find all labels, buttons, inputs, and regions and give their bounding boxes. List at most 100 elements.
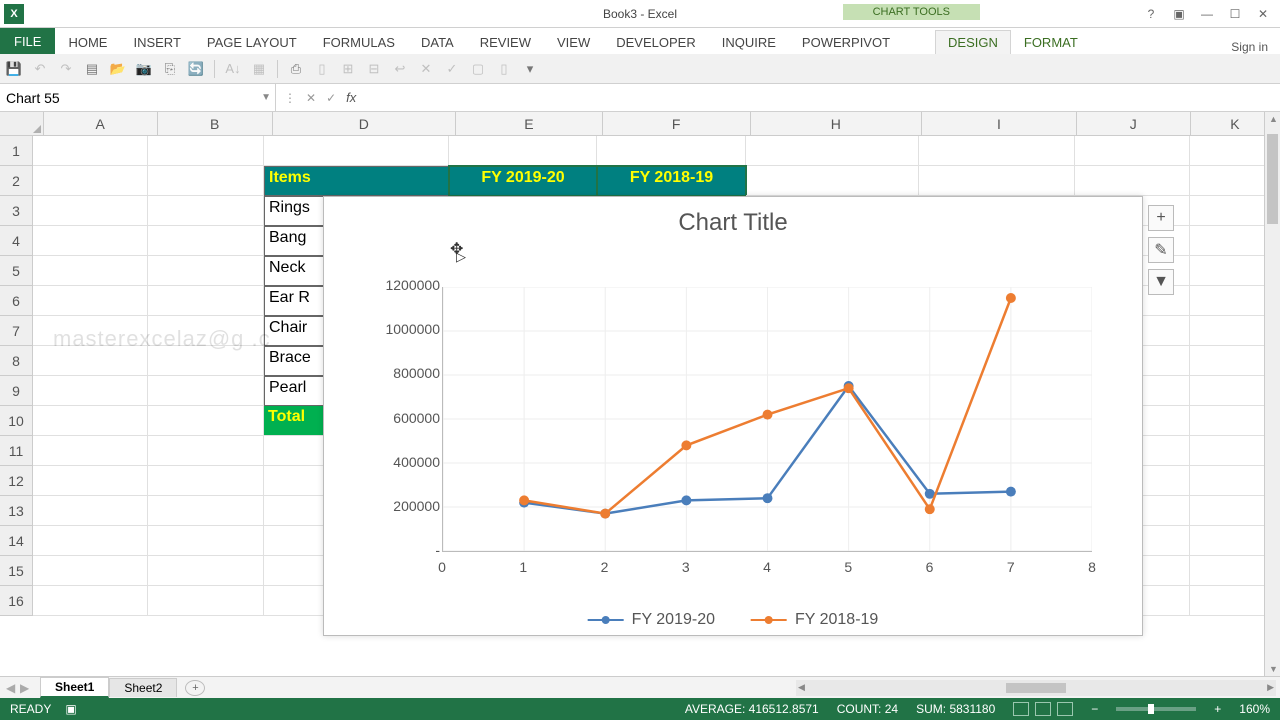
tab-data[interactable]: DATA — [408, 30, 467, 54]
row-header[interactable]: 16 — [0, 586, 33, 616]
table-header-fy19-20[interactable]: FY 2019-20 — [449, 166, 597, 196]
tab-format[interactable]: FORMAT — [1011, 30, 1091, 54]
format-icon[interactable]: ▯ — [496, 61, 512, 77]
row-header[interactable]: 6 — [0, 286, 33, 316]
sheet-tab-sheet1[interactable]: Sheet1 — [40, 677, 109, 698]
sheet-nav-prev-icon[interactable]: ◀ — [6, 681, 16, 695]
new-icon[interactable]: ▤ — [84, 61, 100, 77]
table-header-fy18-19[interactable]: FY 2018-19 — [597, 166, 746, 196]
more-icon[interactable]: ▾ — [522, 61, 538, 77]
horizontal-scrollbar[interactable]: ◀ ▶ — [796, 680, 1276, 696]
embedded-chart[interactable]: ✥▷ Chart Title -200000400000600000800000… — [323, 196, 1143, 636]
zoom-in-button[interactable]: + — [1214, 702, 1221, 716]
wrap-icon[interactable]: ↩ — [392, 61, 408, 77]
sheet-nav-next-icon[interactable]: ▶ — [20, 681, 30, 695]
row-header[interactable]: 10 — [0, 406, 33, 436]
legend-item[interactable]: FY 2019-20 — [588, 611, 715, 629]
row-header[interactable]: 11 — [0, 436, 33, 466]
normal-view-button[interactable] — [1013, 702, 1029, 716]
cells-area[interactable]: Items FY 2019-20 FY 2018-19 Rings Bang N… — [33, 136, 1280, 616]
row-header[interactable]: 9 — [0, 376, 33, 406]
tab-insert[interactable]: INSERT — [120, 30, 193, 54]
minimize-icon[interactable]: — — [1198, 7, 1216, 21]
tab-page-layout[interactable]: PAGE LAYOUT — [194, 30, 310, 54]
chart-styles-button[interactable]: ✎ — [1148, 237, 1174, 263]
name-box-input[interactable] — [6, 90, 269, 106]
chart-filters-button[interactable]: ▼ — [1148, 269, 1174, 295]
zoom-out-button[interactable]: − — [1091, 702, 1098, 716]
chart-legend[interactable]: FY 2019-20 FY 2018-19 — [588, 611, 879, 629]
tab-home[interactable]: HOME — [55, 30, 120, 54]
refresh-icon[interactable]: 🔄 — [188, 61, 204, 77]
table-icon[interactable]: ▦ — [251, 61, 267, 77]
cancel-formula-icon[interactable]: ✕ — [306, 91, 316, 105]
page-break-view-button[interactable] — [1057, 702, 1073, 716]
tab-view[interactable]: VIEW — [544, 30, 603, 54]
column-header[interactable]: H — [751, 112, 923, 135]
tab-formulas[interactable]: FORMULAS — [310, 30, 408, 54]
zoom-level[interactable]: 160% — [1239, 702, 1270, 716]
row-header[interactable]: 2 — [0, 166, 33, 196]
save-icon[interactable]: 💾 — [6, 61, 22, 77]
column-header[interactable]: D — [273, 112, 456, 135]
row-header[interactable]: 1 — [0, 136, 33, 166]
row-header[interactable]: 5 — [0, 256, 33, 286]
cancel-icon[interactable]: ✕ — [418, 61, 434, 77]
row-header[interactable]: 15 — [0, 556, 33, 586]
scroll-down-icon[interactable]: ▼ — [1269, 664, 1278, 674]
ribbon-display-options-icon[interactable]: ▣ — [1170, 7, 1188, 21]
page-break-icon[interactable]: ⎙ — [288, 61, 304, 77]
maximize-icon[interactable]: ☐ — [1226, 7, 1244, 21]
row-header[interactable]: 12 — [0, 466, 33, 496]
copy-icon[interactable]: ⎘ — [162, 61, 178, 77]
macro-record-icon[interactable]: ▣ — [65, 702, 76, 716]
scroll-up-icon[interactable]: ▲ — [1269, 114, 1278, 124]
unmerge-icon[interactable]: ⊟ — [366, 61, 382, 77]
open-icon[interactable]: 📂 — [110, 61, 126, 77]
tab-inquire[interactable]: INQUIRE — [709, 30, 789, 54]
column-header[interactable]: F — [603, 112, 751, 135]
tab-review[interactable]: REVIEW — [467, 30, 544, 54]
tab-powerpivot[interactable]: POWERPIVOT — [789, 30, 903, 54]
table-header-items[interactable]: Items — [264, 166, 449, 196]
undo-icon[interactable]: ↶ — [32, 61, 48, 77]
tab-developer[interactable]: DEVELOPER — [603, 30, 708, 54]
cell-icon[interactable]: ▢ — [470, 61, 486, 77]
chart-elements-button[interactable]: + — [1148, 205, 1174, 231]
file-tab[interactable]: FILE — [0, 28, 55, 54]
scrollbar-thumb[interactable] — [1006, 683, 1066, 693]
row-header[interactable]: 7 — [0, 316, 33, 346]
freeze-icon[interactable]: ▯ — [314, 61, 330, 77]
enter-formula-icon[interactable]: ✓ — [326, 91, 336, 105]
column-header[interactable]: A — [44, 112, 158, 135]
sheet-tab-sheet2[interactable]: Sheet2 — [109, 678, 177, 697]
sign-in-link[interactable]: Sign in — [1231, 36, 1268, 54]
redo-icon[interactable]: ↷ — [58, 61, 74, 77]
legend-item[interactable]: FY 2018-19 — [751, 611, 878, 629]
column-header[interactable]: I — [922, 112, 1077, 135]
worksheet-grid[interactable]: A B D E F H I J K 1 2 3 4 5 6 7 8 9 10 1… — [0, 112, 1280, 676]
row-header[interactable]: 14 — [0, 526, 33, 556]
column-header[interactable]: J — [1077, 112, 1191, 135]
scroll-right-icon[interactable]: ▶ — [1267, 682, 1274, 693]
fx-icon[interactable]: fx — [346, 90, 356, 105]
help-icon[interactable]: ? — [1142, 7, 1160, 21]
row-header[interactable]: 4 — [0, 226, 33, 256]
zoom-slider[interactable] — [1116, 707, 1196, 711]
sort-asc-icon[interactable]: A↓ — [225, 61, 241, 77]
page-layout-view-button[interactable] — [1035, 702, 1051, 716]
chart-title[interactable]: Chart Title — [324, 197, 1142, 243]
column-header[interactable]: B — [158, 112, 273, 135]
name-box[interactable]: ▼ — [0, 84, 276, 111]
close-icon[interactable]: ✕ — [1254, 7, 1272, 21]
scrollbar-thumb[interactable] — [1267, 134, 1278, 224]
scroll-left-icon[interactable]: ◀ — [798, 682, 805, 693]
chart-plot-area[interactable] — [442, 287, 1092, 552]
select-all-corner[interactable] — [0, 112, 44, 135]
row-header[interactable]: 8 — [0, 346, 33, 376]
camera-icon[interactable]: 📷 — [136, 61, 152, 77]
formula-input[interactable] — [364, 84, 1280, 111]
column-header[interactable]: E — [456, 112, 603, 135]
vertical-scrollbar[interactable]: ▲ ▼ — [1264, 112, 1280, 676]
row-header[interactable]: 3 — [0, 196, 33, 226]
